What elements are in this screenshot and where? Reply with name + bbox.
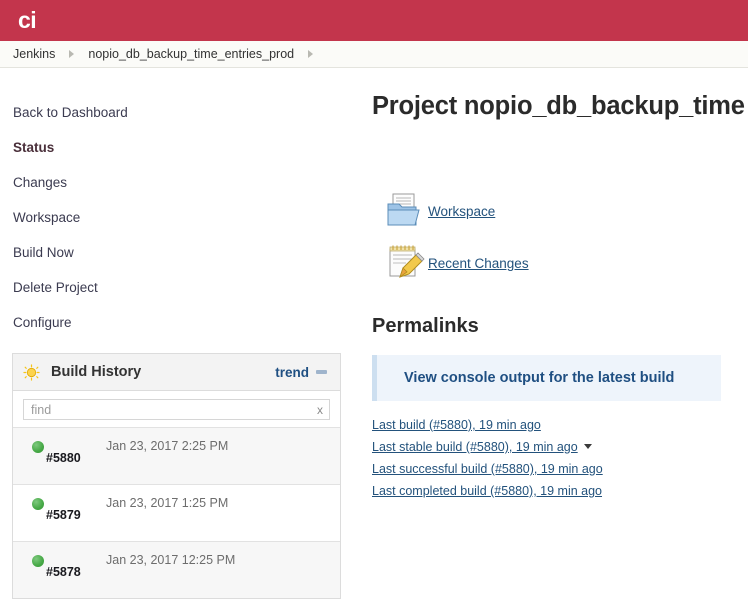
table-row[interactable]: #5880 Jan 23, 2017 2:25 PM: [13, 427, 340, 484]
chevron-right-icon: [69, 50, 75, 58]
sidebar-item-workspace[interactable]: Workspace: [0, 200, 362, 235]
breadcrumb-item-project[interactable]: nopio_db_backup_time_entries_prod: [88, 47, 294, 61]
list-item[interactable]: Last build (#5880), 19 min ago: [372, 416, 748, 438]
build-status-ball-icon: [32, 555, 44, 567]
permalink-last-completed-build[interactable]: Last completed build (#5880), 19 min ago: [372, 484, 602, 498]
minus-icon[interactable]: [316, 370, 327, 374]
permalink-last-successful-build[interactable]: Last successful build (#5880), 19 min ag…: [372, 462, 603, 476]
breadcrumb-item-jenkins[interactable]: Jenkins: [13, 47, 55, 61]
page-body: Back to Dashboard Status Changes Workspa…: [0, 68, 748, 603]
build-history-panel: Build History trend x #5880 Jan 23, 2017…: [12, 353, 341, 599]
permalink-list: Last build (#5880), 19 min ago Last stab…: [372, 416, 748, 504]
table-row[interactable]: #5878 Jan 23, 2017 12:25 PM: [13, 541, 340, 598]
quicklink-workspace[interactable]: Workspace: [384, 185, 748, 237]
console-output-callout[interactable]: View console output for the latest build: [372, 355, 721, 401]
permalink-last-stable-build[interactable]: Last stable build (#5880), 19 min ago: [372, 440, 578, 454]
sidebar-item-configure[interactable]: Configure: [0, 305, 362, 340]
build-date-link[interactable]: Jan 23, 2017 2:25 PM: [106, 439, 228, 453]
permalink-last-build[interactable]: Last build (#5880), 19 min ago: [372, 418, 541, 432]
permalinks-heading: Permalinks: [372, 315, 479, 337]
build-date-link[interactable]: Jan 23, 2017 1:25 PM: [106, 496, 228, 510]
find-input[interactable]: [24, 400, 329, 419]
quicklink-label[interactable]: Recent Changes: [428, 256, 529, 271]
sidebar-item-status[interactable]: Status: [0, 130, 362, 165]
build-history-title: Build History: [51, 364, 142, 380]
trend-link[interactable]: trend: [275, 365, 309, 380]
build-number-link[interactable]: #5878: [46, 565, 81, 579]
sidebar-item-changes[interactable]: Changes: [0, 165, 362, 200]
list-item[interactable]: Last successful build (#5880), 19 min ag…: [372, 460, 748, 482]
sidebar-item-build-now[interactable]: Build Now: [0, 235, 362, 270]
view-console-output-link[interactable]: View console output for the latest build: [404, 370, 674, 386]
chevron-right-icon: [308, 50, 314, 58]
page-title: Project nopio_db_backup_time: [372, 92, 745, 120]
list-item[interactable]: Last completed build (#5880), 19 min ago: [372, 482, 748, 504]
build-number-link[interactable]: #5880: [46, 451, 81, 465]
build-history-header: Build History trend: [13, 354, 340, 391]
top-banner: ci: [0, 0, 748, 41]
table-row[interactable]: #5879 Jan 23, 2017 1:25 PM: [13, 484, 340, 541]
jenkins-logo[interactable]: ci: [18, 9, 37, 32]
build-history-find-row: x: [13, 391, 340, 427]
breadcrumb: Jenkins nopio_db_backup_time_entries_pro…: [0, 41, 748, 68]
sidebar: Back to Dashboard Status Changes Workspa…: [0, 68, 362, 603]
build-status-ball-icon: [32, 498, 44, 510]
list-item[interactable]: Last stable build (#5880), 19 min ago: [372, 438, 748, 460]
build-number-link[interactable]: #5879: [46, 508, 81, 522]
workspace-folder-icon: [387, 193, 420, 226]
recent-changes-notepad-icon: [389, 245, 425, 279]
quicklinks: Workspace Recent Changes: [372, 185, 748, 289]
sidebar-item-back-to-dashboard[interactable]: Back to Dashboard: [0, 95, 362, 130]
main-content: Project nopio_db_backup_time Workspace R…: [362, 68, 748, 603]
build-date-link[interactable]: Jan 23, 2017 12:25 PM: [106, 553, 235, 567]
chevron-down-icon[interactable]: [583, 444, 592, 449]
build-status-ball-icon: [32, 441, 44, 453]
find-field-wrapper: x: [23, 399, 330, 420]
quicklink-label[interactable]: Workspace: [428, 204, 495, 219]
clear-icon[interactable]: x: [317, 402, 323, 419]
sidebar-item-delete-project[interactable]: Delete Project: [0, 270, 362, 305]
quicklink-recent-changes[interactable]: Recent Changes: [384, 237, 748, 289]
sun-icon: [23, 363, 40, 381]
